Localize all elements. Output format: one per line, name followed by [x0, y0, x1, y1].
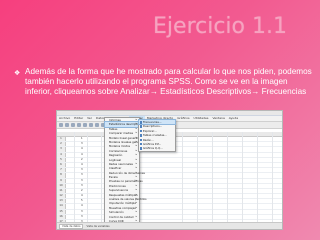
menubar-item[interactable]: Gráficos — [175, 116, 191, 121]
menu-item-label: Análisis de valores perdidos — [109, 197, 147, 202]
menubar-item[interactable]: Editar — [72, 116, 85, 121]
row-number[interactable]: 15 — [57, 209, 66, 214]
statistics-icon — [139, 121, 142, 124]
cell-value[interactable]: 4 — [81, 204, 83, 208]
row-number[interactable]: 12 — [57, 194, 66, 199]
cell-value[interactable]: 3 — [81, 184, 83, 188]
menu-item-label: Modelo lineal general — [109, 135, 138, 140]
menu-item-label: Redes neuronales — [109, 161, 133, 166]
cell-value[interactable]: 3 — [81, 173, 83, 177]
body-text: Además de la forma que he mostrado para … — [25, 67, 312, 96]
statistics-icon — [139, 125, 142, 128]
goto-icon[interactable] — [89, 123, 93, 127]
row-number[interactable]: 1 — [57, 137, 66, 142]
open-icon[interactable] — [59, 123, 63, 127]
row-number[interactable]: 2 — [57, 142, 66, 147]
row-number[interactable]: 3 — [57, 147, 66, 152]
menu-item-label: Imputación múltiple — [109, 201, 136, 206]
variables-icon[interactable] — [95, 123, 99, 127]
cell-value[interactable]: 1 — [81, 137, 83, 141]
menu-item-label: Modelos mixtos — [109, 144, 131, 149]
variable-view-tab[interactable]: Vista de variables — [86, 225, 109, 228]
statistics-icon — [139, 134, 142, 137]
menubar-item[interactable]: Ayuda — [227, 116, 240, 121]
menu-item-label: Pruebas no paramétricas — [109, 179, 143, 184]
submenu-item-label: Gráficos P-P... — [143, 141, 162, 146]
cell-value[interactable]: 3 — [81, 210, 83, 214]
menu-item-label: Supervivencia — [109, 188, 129, 193]
submenu-item-label: Descriptivos... — [143, 124, 163, 129]
menubar-item[interactable]: Ver — [85, 116, 94, 121]
cell-value[interactable]: 3 — [81, 179, 83, 183]
row-number[interactable]: 4 — [57, 152, 66, 157]
submenu-item[interactable]: Gráficos Q-Q... — [139, 146, 175, 150]
cell-value[interactable]: 2 — [81, 158, 83, 162]
row-number[interactable]: 16 — [57, 214, 66, 219]
submenu-item-label: Razón... — [143, 137, 154, 142]
menu-item-label: Escala — [109, 175, 118, 180]
statistics-icon — [139, 142, 142, 146]
menu-item-label: Muestras complejas — [109, 205, 136, 210]
cell-value[interactable]: 3 — [81, 142, 83, 146]
descriptivos-submenu: Frecuencias... Descriptivos... Explorar...… — [138, 118, 176, 152]
analizar-menu: Informes ▸ Estadísticos descriptivos ▸ Tabla… — [104, 117, 151, 225]
menubar-item[interactable]: Ventana — [210, 116, 226, 121]
cell-value[interactable]: 2 — [81, 189, 83, 193]
row-number[interactable]: 10 — [57, 183, 66, 188]
menu-item-label: Correlaciones — [109, 148, 128, 153]
row-number[interactable]: 5 — [57, 157, 66, 162]
submenu-item-label: Gráficos Q-Q... — [143, 146, 163, 151]
save-icon[interactable] — [65, 123, 69, 127]
cell-value[interactable]: 3 — [81, 215, 83, 219]
menu-item-label: Predicciones — [109, 183, 126, 188]
cell-value[interactable]: 3 — [81, 168, 83, 172]
menu-item-label: Informes — [109, 118, 121, 122]
row-number[interactable]: 7 — [57, 168, 66, 173]
menubar-item[interactable]: Archivo — [57, 116, 72, 121]
undo-icon[interactable] — [77, 123, 81, 127]
statistics-icon — [139, 147, 142, 150]
view-tabs: Vista de datos Vista de variables — [57, 222, 282, 229]
cell-value[interactable]: 4 — [81, 163, 83, 167]
row-number[interactable]: 9 — [57, 178, 66, 183]
print-icon[interactable] — [71, 123, 75, 127]
menu-item-label: Comparar medias — [109, 131, 133, 136]
cell-value[interactable]: 4 — [81, 194, 83, 198]
row-number[interactable]: 14 — [57, 204, 66, 209]
row-number[interactable]: 8 — [57, 173, 66, 178]
spss-screenshot: ArchivoEditarVerDatosTransformarAnalizar… — [56, 110, 283, 230]
menu-item-label: Simulación — [109, 210, 124, 215]
submenu-item-label: Frecuencias... — [143, 120, 162, 124]
menu-item-label: Regresión — [109, 153, 123, 158]
row-number[interactable]: 6 — [57, 162, 66, 168]
menu-item-label: Control de calidad — [109, 214, 134, 219]
statistics-icon — [139, 138, 142, 142]
menubar-item[interactable]: Utilidades — [192, 116, 211, 121]
row-number[interactable]: 13 — [57, 199, 66, 204]
submenu-item-label: Explorar... — [143, 128, 157, 133]
cell-value[interactable]: 4 — [81, 147, 83, 151]
slide-title: Ejercicio 1.1 — [153, 14, 287, 39]
menu-item-label: Tablas — [109, 126, 118, 131]
cell-value[interactable]: 5 — [81, 199, 83, 203]
menu-item-label: Respuestas múltiples — [109, 192, 138, 197]
menu-item-label: Clasificar — [109, 166, 122, 171]
submenu-item-label: Tablas cruzadas... — [143, 133, 167, 138]
cell-value[interactable]: 4 — [81, 153, 83, 157]
data-view-tab[interactable]: Vista de datos — [59, 223, 84, 229]
row-number[interactable]: 11 — [57, 188, 66, 194]
diamond-bullet-icon: ❖ — [14, 70, 21, 77]
menu-item-label: Reducción de dimensiones — [109, 170, 145, 175]
redo-icon[interactable] — [83, 123, 87, 127]
statistics-icon — [139, 129, 142, 133]
menu-item-label: Loglineal — [109, 157, 122, 162]
